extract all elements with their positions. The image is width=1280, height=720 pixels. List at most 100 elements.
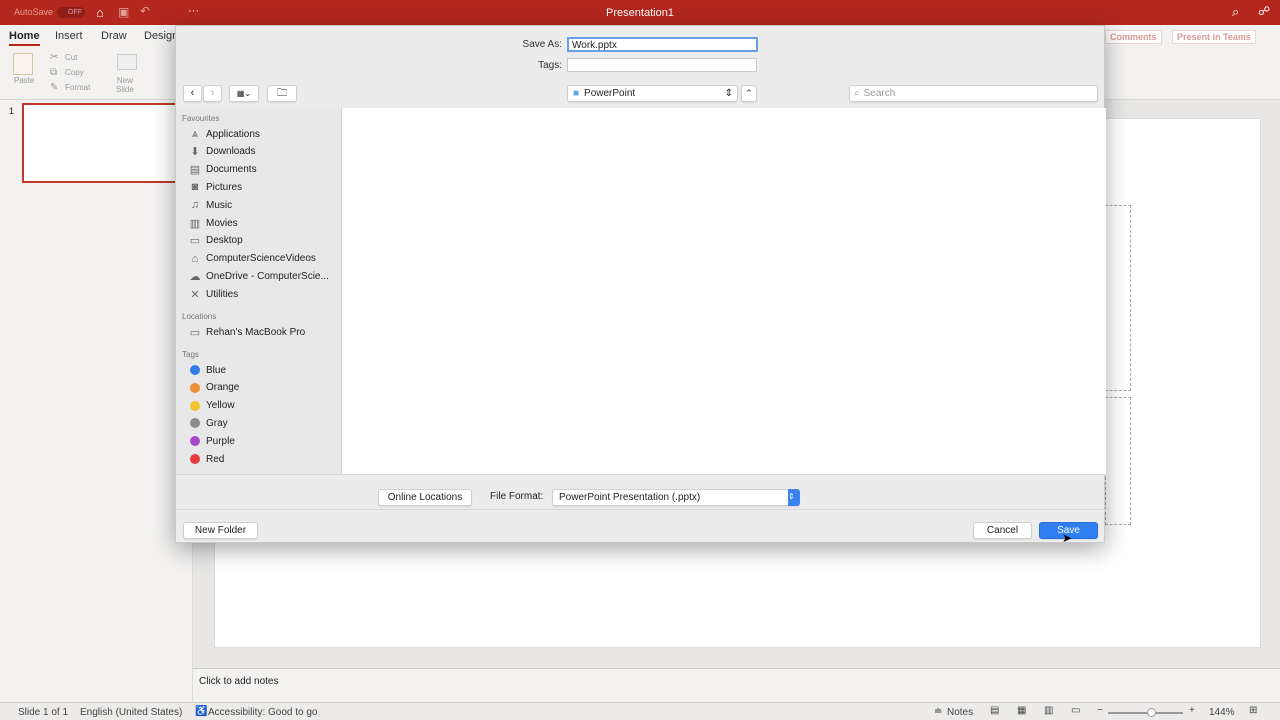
save-as-input[interactable]: Work.pptx [567,37,758,52]
tag-blue[interactable]: Blue [189,362,226,378]
sidebar-item-pictures[interactable]: ◙ Pictures [189,179,242,195]
zoom-level[interactable]: 144% [1209,707,1235,718]
tag-yellow[interactable]: Yellow [189,398,235,414]
file-format-value: PowerPoint Presentation (.pptx) [559,492,701,503]
comments-button[interactable]: Comments [1105,30,1162,44]
tag-label: Orange [206,382,240,394]
cut-icon: ✂ [50,52,59,63]
pictures-icon: ◙ [191,181,199,194]
slide-count: Slide 1 of 1 [18,707,69,718]
fit-to-window-icon[interactable]: ⊞ [1249,705,1257,716]
location-dropdown[interactable]: ■ PowerPoint ⇕ [567,85,738,102]
sidebar-item-utilities[interactable]: ✕ Utilities [189,286,238,302]
notes-button[interactable]: Notes [947,707,973,718]
subtitle-placeholder[interactable] [1105,397,1131,525]
locations-header: Locations [182,312,217,321]
location-label: Rehan's MacBook Pro [206,326,306,338]
new-folder-icon[interactable]: 🗀 [267,85,297,102]
sidebar-item-macbook[interactable]: ▭ Rehan's MacBook Pro [189,324,305,340]
sidebar-item-label: Utilities [206,288,239,300]
slide-thumbnails-panel: 1 [0,100,193,702]
paste-icon[interactable] [13,53,33,75]
sidebar-item-label: Pictures [206,181,243,193]
title-bar: AutoSave OFF ⌂ ▣ ↶ ··· Presentation1 ⌕ ☍ [0,0,1280,25]
normal-view-icon[interactable]: ▤ [990,705,999,716]
tag-color-dot [190,454,200,464]
sidebar-item-label: Documents [206,164,257,176]
tab-insert[interactable]: Insert [55,30,83,42]
sidebar-item-movies[interactable]: ▥ Movies [189,215,238,231]
tab-home[interactable]: Home [9,30,40,46]
location-value: PowerPoint [584,88,636,99]
file-browser-content[interactable] [342,108,1106,474]
notes-placeholder[interactable]: Click to add notes [199,676,279,687]
collapse-button[interactable]: ⌃ [741,85,757,102]
tag-label: Blue [206,364,227,376]
search-icon[interactable]: ⌕ [1232,4,1239,20]
movies-icon: ▥ [189,217,201,230]
share-icon[interactable]: ☍ [1258,4,1270,18]
copy-icon: ⧉ [50,67,58,78]
tab-draw[interactable]: Draw [101,30,127,42]
sidebar-item-label: Music [206,199,233,211]
tag-gray[interactable]: Gray [189,415,228,431]
save-dialog: Save As: Work.pptx Tags: ‹ › ▦⌄ 🗀 ■ Powe… [175,25,1106,545]
new-folder-button[interactable]: New Folder [183,522,258,539]
notes-pane[interactable]: Click to add notes [193,668,1280,702]
copy-button[interactable]: Copy [65,68,84,77]
tag-red[interactable]: Red [189,451,224,467]
sidebar-item-applications[interactable]: ⩓ Applications [189,126,260,142]
present-in-teams-button[interactable]: Present in Teams [1172,30,1256,44]
slide-thumbnail[interactable] [22,103,187,183]
tab-design[interactable]: Design [144,30,178,42]
tag-color-dot [190,400,200,411]
view-options-icon[interactable]: ▦⌄ [229,85,259,102]
sidebar-item-music[interactable]: ♫ Music [189,197,232,213]
mouse-cursor: ➤ [1062,531,1073,545]
home-icon: ⌂ [191,252,199,265]
tag-label: Gray [206,417,228,429]
reading-view-icon[interactable]: ▥ [1044,705,1053,716]
downloads-icon: ⬇ [190,146,200,159]
language[interactable]: English (United States) [80,707,182,718]
sidebar-item-desktop[interactable]: ▭ Desktop [189,233,243,249]
new-slide-button[interactable]: New Slide [116,76,134,94]
search-placeholder: Search [863,88,896,99]
tag-purple[interactable]: Purple [189,433,235,449]
zoom-slider[interactable] [1108,712,1183,714]
status-bar: Slide 1 of 1 English (United States) ♿ A… [0,702,1280,720]
zoom-out-icon[interactable]: − [1097,705,1103,716]
cut-button[interactable]: Cut [65,53,77,62]
search-field[interactable]: ⌕ Search [849,85,1098,102]
online-locations-button[interactable]: Online Locations [378,489,472,506]
sidebar-item-computersciencevideos[interactable]: ⌂ ComputerScienceVideos [189,251,316,267]
sidebar-item-downloads[interactable]: ⬇ Downloads [189,144,255,160]
forward-button[interactable]: › [203,85,222,102]
sidebar-item-onedrive[interactable]: ☁ OneDrive - ComputerScie... [189,268,329,284]
format-painter-button[interactable]: Format [65,83,90,92]
tag-label: Purple [206,435,235,447]
tag-orange[interactable]: Orange [189,380,239,396]
zoom-in-icon[interactable]: + [1189,705,1195,716]
title-placeholder[interactable] [1105,205,1131,391]
tags-label: Tags: [538,60,562,71]
slideshow-icon[interactable]: ▭ [1071,705,1080,716]
file-format-dropdown[interactable]: PowerPoint Presentation (.pptx) ⇕ [552,489,800,506]
paste-label[interactable]: Paste [14,76,34,85]
slide-sorter-icon[interactable]: ▦ [1017,705,1026,716]
window-title: Presentation1 [606,7,674,19]
back-button[interactable]: ‹ [183,85,202,102]
tags-input[interactable] [567,58,757,72]
file-format-label: File Format: [490,491,544,502]
tag-color-dot [190,365,200,375]
sidebar-item-label: OneDrive - ComputerScie... [206,270,329,282]
sidebar-item-label: Desktop [206,235,243,247]
tag-color-dot [190,382,200,393]
sidebar-item-documents[interactable]: ▤ Documents [189,162,257,178]
zoom-slider-thumb[interactable] [1147,708,1156,717]
accessibility-status[interactable]: Accessibility: Good to go [208,707,318,718]
laptop-icon: ▭ [189,326,201,339]
cancel-button[interactable]: Cancel [973,522,1032,539]
tag-color-dot [190,436,200,447]
chevron-updown-icon: ⇕ [724,88,733,99]
